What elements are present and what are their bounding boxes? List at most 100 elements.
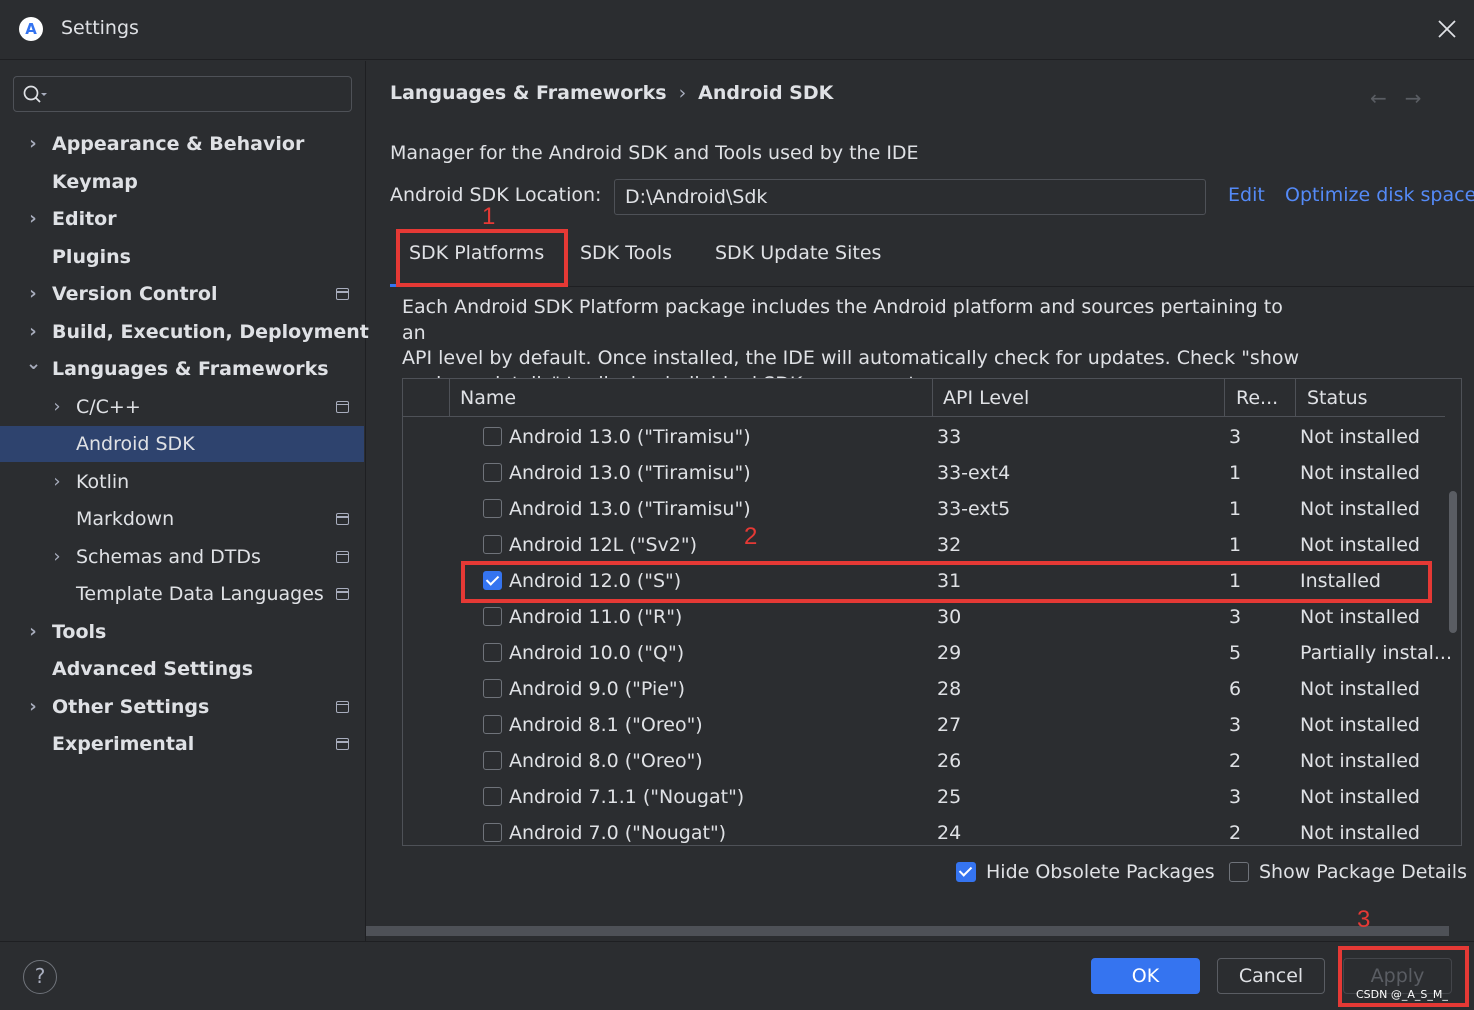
cell-status: Not installed [1300, 786, 1420, 808]
column-header-name[interactable]: Name [449, 379, 516, 417]
package-checkbox[interactable] [483, 823, 502, 842]
annotation-number-1: 1 [482, 203, 496, 230]
sidebar-item-markdown[interactable]: Markdown [0, 501, 364, 537]
table-scrollbar[interactable] [1449, 491, 1457, 633]
tab-sdk-tools[interactable]: SDK Tools [580, 242, 672, 264]
package-checkbox[interactable] [483, 535, 502, 554]
sidebar-item-label: Plugins [52, 245, 131, 268]
package-checkbox[interactable] [483, 643, 502, 662]
search-input[interactable] [13, 76, 352, 112]
cell-name: Android 9.0 ("Pie") [509, 678, 686, 700]
cell-name: Android 12L ("Sv2") [509, 534, 697, 556]
dialog-footer: ? OK Cancel Apply CSDN @_A_S_M_ [0, 941, 1474, 1010]
cell-revision: 1 [1229, 534, 1242, 556]
sidebar-item-c-c[interactable]: › C/C++ [0, 389, 364, 425]
sidebar-item-appearance-behavior[interactable]: › Appearance & Behavior [0, 126, 364, 162]
table-row[interactable]: Android 13.0 ("Tiramisu") 33 3 Not installe… [403, 419, 1445, 455]
sidebar-item-schemas-and-dtds[interactable]: › Schemas and DTDs [0, 539, 364, 575]
hide-obsolete-checkbox[interactable] [956, 862, 976, 882]
chevron-right-icon[interactable]: › [26, 201, 40, 237]
chevron-right-icon[interactable]: › [26, 614, 40, 650]
horizontal-scrollbar[interactable] [366, 926, 1449, 936]
sidebar-item-languages-frameworks[interactable]: ⌄ Languages & Frameworks [0, 351, 364, 387]
optimize-disk-space-link[interactable]: Optimize disk space [1285, 184, 1474, 206]
sidebar-item-keymap[interactable]: Keymap [0, 164, 364, 200]
cell-api-level: 33-ext4 [937, 462, 1011, 484]
chevron-right-icon[interactable]: › [26, 276, 40, 312]
show-package-details-checkbox[interactable] [1229, 862, 1249, 882]
sidebar-item-label: Schemas and DTDs [76, 545, 261, 568]
cell-name: Android 7.0 ("Nougat") [509, 822, 727, 844]
sidebar-item-advanced-settings[interactable]: Advanced Settings [0, 651, 364, 687]
sidebar-item-label: C/C++ [76, 395, 141, 418]
table-row[interactable]: Android 13.0 ("Tiramisu") 33-ext4 1 Not ins… [403, 455, 1445, 491]
back-arrow-icon[interactable]: ← [1370, 86, 1405, 110]
sidebar-item-build-execution-deployment[interactable]: › Build, Execution, Deployment [0, 314, 369, 350]
cell-status: Not installed [1300, 534, 1420, 556]
column-header-status[interactable]: Status [1296, 379, 1368, 417]
sidebar-item-template-data-languages[interactable]: Template Data Languages [0, 576, 364, 612]
chevron-right-icon[interactable]: › [50, 464, 64, 500]
cell-api-level: 27 [937, 714, 962, 736]
sidebar-item-label: Build, Execution, Deployment [52, 320, 369, 343]
package-checkbox[interactable] [483, 787, 502, 806]
description-line: API level by default. Once installed, th… [402, 347, 1300, 369]
edit-link[interactable]: Edit [1228, 184, 1265, 206]
cell-revision: 3 [1229, 714, 1242, 736]
help-button[interactable]: ? [23, 960, 57, 994]
chevron-down-icon[interactable]: ⌄ [26, 351, 41, 387]
table-row[interactable]: Android 8.0 ("Oreo") 26 2 Not installed [403, 743, 1445, 779]
sidebar-item-other-settings[interactable]: › Other Settings [0, 689, 364, 725]
chevron-right-icon[interactable]: › [26, 126, 40, 162]
forward-arrow-icon[interactable]: → [1405, 86, 1440, 110]
sidebar-item-label: Version Control [52, 283, 218, 305]
table-header: Name API Level Re... Status [403, 379, 1445, 417]
chevron-right-icon[interactable]: › [26, 689, 40, 725]
table-row[interactable]: Android 9.0 ("Pie") 28 6 Not installed [403, 671, 1445, 707]
table-row[interactable]: Android 11.0 ("R") 30 3 Not installed [403, 599, 1445, 635]
column-header-revision[interactable]: Re... [1225, 379, 1278, 417]
table-row[interactable]: Android 12L ("Sv2") 32 1 Not installed [403, 527, 1445, 563]
cell-api-level: 33-ext5 [937, 498, 1011, 520]
sidebar-item-editor[interactable]: › Editor [0, 201, 364, 237]
breadcrumb-parent[interactable]: Languages & Frameworks [390, 82, 667, 104]
package-checkbox[interactable] [483, 607, 502, 626]
sidebar-item-version-control[interactable]: › Version Control [0, 276, 364, 312]
chevron-right-icon[interactable]: › [50, 539, 64, 575]
table-row[interactable]: Android 10.0 ("Q") 29 5 Partially instal... [403, 635, 1452, 671]
cell-name: Android 8.1 ("Oreo") [509, 714, 703, 736]
column-header-api-level[interactable]: API Level [932, 379, 1029, 417]
package-checkbox[interactable] [483, 715, 502, 734]
table-row[interactable]: Android 7.0 ("Nougat") 24 2 Not installed [403, 815, 1445, 845]
cell-status: Not installed [1300, 606, 1420, 628]
annotation-number-3: 3 [1357, 906, 1371, 933]
close-icon[interactable] [1436, 18, 1458, 40]
sdk-location-field[interactable]: D:\Android\Sdk [614, 179, 1206, 215]
sidebar-item-plugins[interactable]: Plugins [0, 239, 364, 275]
sidebar-item-kotlin[interactable]: › Kotlin [0, 464, 364, 500]
cancel-button[interactable]: Cancel [1217, 958, 1325, 994]
sidebar-item-android-sdk[interactable]: Android SDK [0, 426, 364, 462]
table-row[interactable]: Android 7.1.1 ("Nougat") 25 3 Not installed [403, 779, 1445, 815]
project-level-icon [336, 738, 349, 750]
description-line: Each Android SDK Platform package includ… [402, 296, 1283, 344]
cell-status: Not installed [1300, 426, 1420, 448]
chevron-right-icon[interactable]: › [50, 389, 64, 425]
cell-api-level: 25 [937, 786, 962, 808]
package-checkbox[interactable] [483, 499, 502, 518]
tab-sdk-update-sites[interactable]: SDK Update Sites [715, 242, 881, 264]
ok-button[interactable]: OK [1091, 958, 1200, 994]
chevron-right-icon[interactable]: › [26, 314, 40, 350]
sidebar-item-tools[interactable]: › Tools [0, 614, 364, 650]
history-navigation: ←→ [1370, 86, 1440, 110]
table-row[interactable]: Android 13.0 ("Tiramisu") 33-ext5 1 Not ins… [403, 491, 1445, 527]
package-checkbox[interactable] [483, 679, 502, 698]
package-checkbox[interactable] [483, 751, 502, 770]
package-checkbox[interactable] [483, 427, 502, 446]
table-row[interactable]: Android 8.1 ("Oreo") 27 3 Not installed [403, 707, 1445, 743]
sidebar-item-experimental[interactable]: Experimental [0, 726, 364, 762]
package-checkbox[interactable] [483, 463, 502, 482]
cell-api-level: 33 [937, 426, 962, 448]
cell-name: Android 13.0 ("Tiramisu") [509, 462, 751, 484]
cell-revision: 1 [1229, 462, 1242, 484]
